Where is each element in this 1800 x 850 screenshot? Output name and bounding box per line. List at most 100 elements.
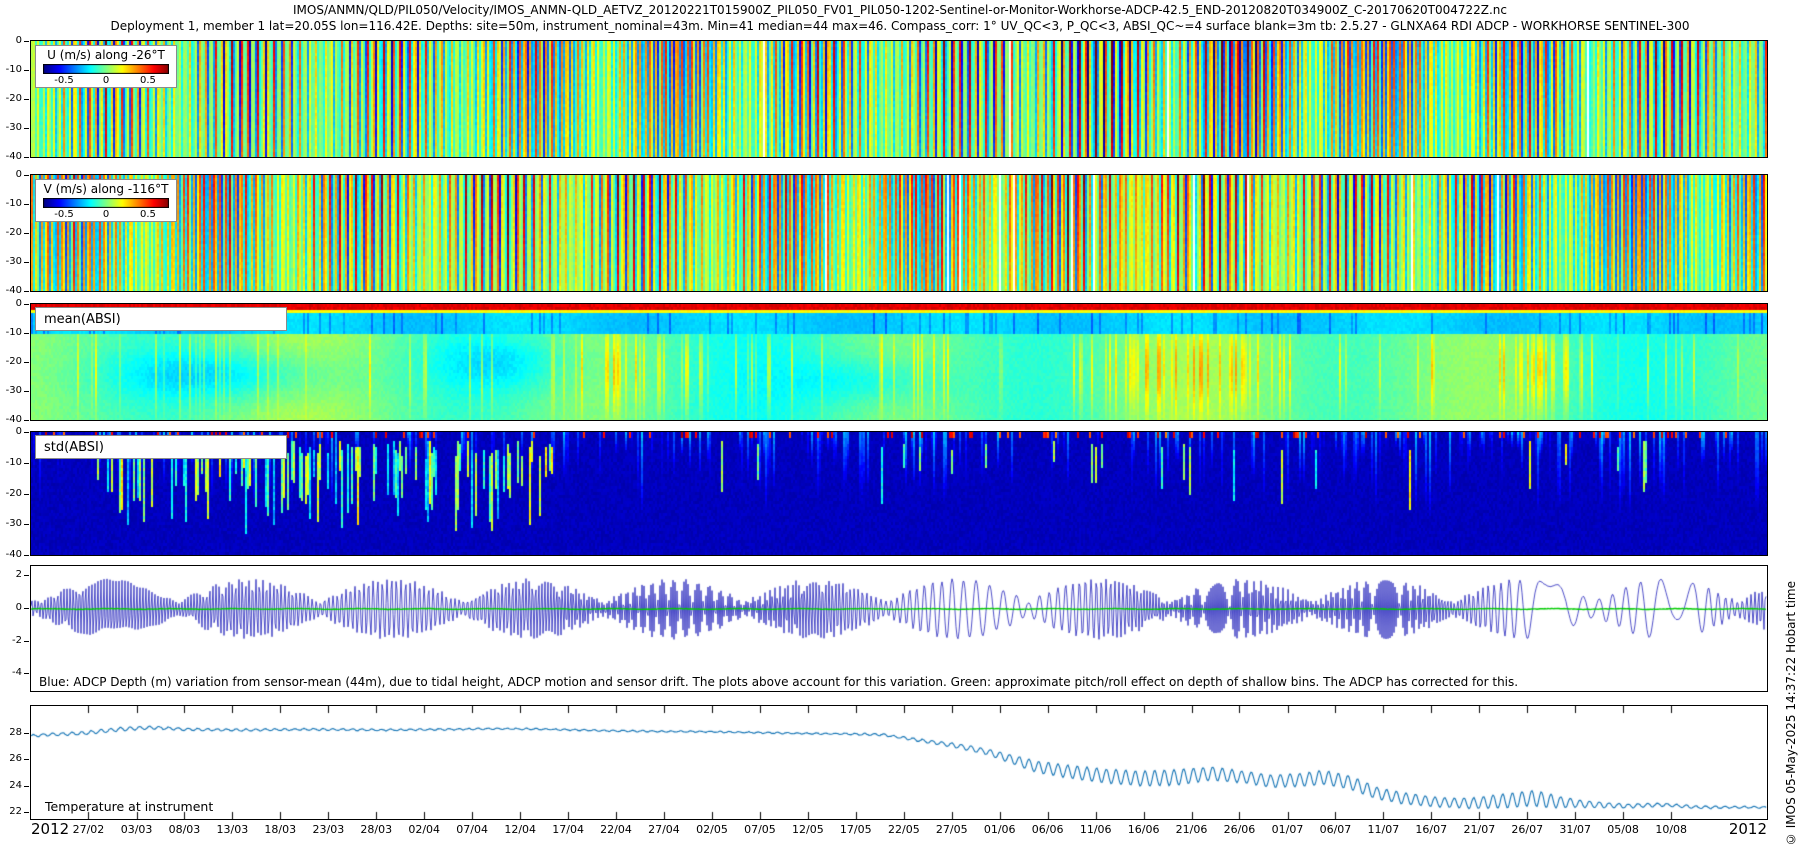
x-tick-label: 06/06 (1032, 823, 1064, 836)
x-tick-label: 07/05 (744, 823, 776, 836)
y-tick-label: -20 (6, 228, 22, 238)
y-tick-label: 24 (9, 781, 22, 791)
u-velocity-y-axis: 0-10-20-30-40 (1, 41, 31, 157)
y-tick-label: 22 (9, 807, 22, 817)
y-tick-label: 0 (16, 170, 22, 180)
x-tick-label: 02/05 (696, 823, 728, 836)
y-tick-label: 0 (16, 427, 22, 437)
imos-watermark: © IMOS 05-May-2025 14:37:22 Hobart time (1784, 581, 1798, 846)
temperature-x-axis: 27/02 03/03 08/03 13/03 18/03 23/03 28/03 02/04… (31, 819, 1767, 835)
u-colorbar (43, 64, 169, 74)
x-tick-label: 17/05 (840, 823, 872, 836)
y-tick-label: -30 (6, 257, 22, 267)
mean-absi-y-axis: 0-10-20-30-40 (1, 304, 31, 420)
y-tick-label: -10 (6, 458, 22, 468)
v-velocity-y-axis: 0-10-20-30-40 (1, 175, 31, 291)
y-tick-label: -30 (6, 386, 22, 396)
std-absi-y-axis: 0-10-20-30-40 (1, 432, 31, 555)
v-colorbar-ticks: -0.5 0 0.5 (43, 208, 169, 220)
x-tick-label: 17/04 (552, 823, 584, 836)
y-tick-label: -10 (6, 199, 22, 209)
temperature-y-axis: 28262422 (1, 706, 31, 819)
y-tick-label: -40 (6, 415, 22, 425)
u-velocity-legend-title: U (m/s) along -26°T (36, 47, 176, 64)
x-tick-label: 21/07 (1463, 823, 1495, 836)
v-velocity-legend: V (m/s) along -116°T -0.5 0 0.5 (35, 179, 177, 222)
u-colorbar-ticks: -0.5 0 0.5 (43, 74, 169, 86)
y-tick-label: -40 (6, 550, 22, 560)
v-velocity-heatmap-canvas (31, 175, 1767, 291)
x-tick-label: 31/07 (1559, 823, 1591, 836)
y-tick-label: 2 (16, 570, 22, 580)
std-absi-heatmap-canvas (31, 432, 1767, 555)
panel-v-velocity: 0-10-20-30-40 V (m/s) along -116°T -0.50… (30, 174, 1768, 292)
y-tick-label: -2 (12, 636, 22, 646)
panel-depth-variation: 20-2-4 Blue: ADCP Depth (m) variation fr… (30, 565, 1768, 692)
x-tick-label: 26/06 (1224, 823, 1256, 836)
temperature-canvas (31, 706, 1767, 819)
figure-title: IMOS/ANMN/QLD/PIL050/Velocity/IMOS_ANMN-… (0, 3, 1800, 17)
depth-variation-annotation: Blue: ADCP Depth (m) variation from sens… (39, 675, 1518, 689)
x-tick-label: 28/03 (360, 823, 392, 836)
x-tick-label: 23/03 (313, 823, 345, 836)
figure-subtitle: Deployment 1, member 1 lat=20.05S lon=11… (0, 19, 1800, 33)
depth-variation-y-axis: 2 0 -2 -4 (1, 566, 31, 691)
y-tick-label: -40 (6, 152, 22, 162)
x-tick-label: 02/04 (408, 823, 440, 836)
x-tick-label: 16/06 (1128, 823, 1160, 836)
x-tick-label: 18/03 (264, 823, 296, 836)
x-tick-label: 12/05 (792, 823, 824, 836)
x-tick-label: 27/04 (648, 823, 680, 836)
x-tick-label: 03/03 (121, 823, 153, 836)
x-tick-label: 0.5 (140, 209, 156, 220)
y-tick-label: 0 (16, 36, 22, 46)
x-tick-label: -0.5 (54, 209, 74, 220)
x-tick-label: 01/06 (984, 823, 1016, 836)
panel-std-absi: 0-10-20-30-40 std(ABSI) (30, 431, 1768, 556)
mean-absi-label: mean(ABSI) (35, 307, 287, 331)
y-tick-label: -30 (6, 123, 22, 133)
v-velocity-legend-title: V (m/s) along -116°T (36, 181, 176, 198)
x-tick-label: 16/07 (1415, 823, 1447, 836)
x-tick-label: 0 (103, 209, 109, 220)
y-tick-label: 28 (9, 728, 22, 738)
x-tick-label: 27/02 (73, 823, 105, 836)
x-tick-label: 06/07 (1320, 823, 1352, 836)
panel-temperature: 28262422 Temperature at instrument 27/02… (30, 705, 1768, 820)
x-tick-label: 21/06 (1176, 823, 1208, 836)
panel-u-velocity: 0-10-20-30-40 U (m/s) along -26°T -0.500… (30, 40, 1768, 158)
depth-variation-canvas (31, 566, 1767, 675)
panel-mean-absi: 0-10-20-30-40 mean(ABSI) (30, 303, 1768, 421)
x-tick-label: 0.5 (140, 75, 156, 86)
x-tick-label: 0 (103, 75, 109, 86)
x-tick-label: 11/06 (1080, 823, 1112, 836)
adcp-figure: IMOS/ANMN/QLD/PIL050/Velocity/IMOS_ANMN-… (0, 0, 1800, 850)
x-tick-label: 26/07 (1511, 823, 1543, 836)
year-label-left: 2012 (31, 820, 69, 838)
y-tick-label: 0 (16, 603, 22, 613)
x-tick-label: 22/04 (600, 823, 632, 836)
x-tick-label: -0.5 (54, 75, 74, 86)
x-tick-label: 05/08 (1607, 823, 1639, 836)
y-tick-label: -20 (6, 94, 22, 104)
temperature-label: Temperature at instrument (45, 799, 213, 814)
x-tick-label: 10/08 (1655, 823, 1687, 836)
x-tick-label: 13/03 (217, 823, 249, 836)
y-tick-label: -30 (6, 519, 22, 529)
y-tick-label: -10 (6, 328, 22, 338)
std-absi-label: std(ABSI) (35, 435, 287, 459)
x-tick-label: 22/05 (888, 823, 920, 836)
x-tick-label: 12/04 (504, 823, 536, 836)
y-tick-label: -40 (6, 286, 22, 296)
x-tick-label: 08/03 (169, 823, 201, 836)
mean-absi-heatmap-canvas (31, 304, 1767, 420)
x-tick-label: 01/07 (1272, 823, 1304, 836)
y-tick-label: -4 (12, 668, 22, 678)
y-tick-label: -20 (6, 489, 22, 499)
u-velocity-legend: U (m/s) along -26°T -0.5 0 0.5 (35, 45, 177, 88)
x-tick-label: 07/04 (456, 823, 488, 836)
year-label-right: 2012 (1729, 820, 1767, 838)
v-colorbar (43, 198, 169, 208)
y-tick-label: 0 (16, 299, 22, 309)
u-velocity-heatmap-canvas (31, 41, 1767, 157)
